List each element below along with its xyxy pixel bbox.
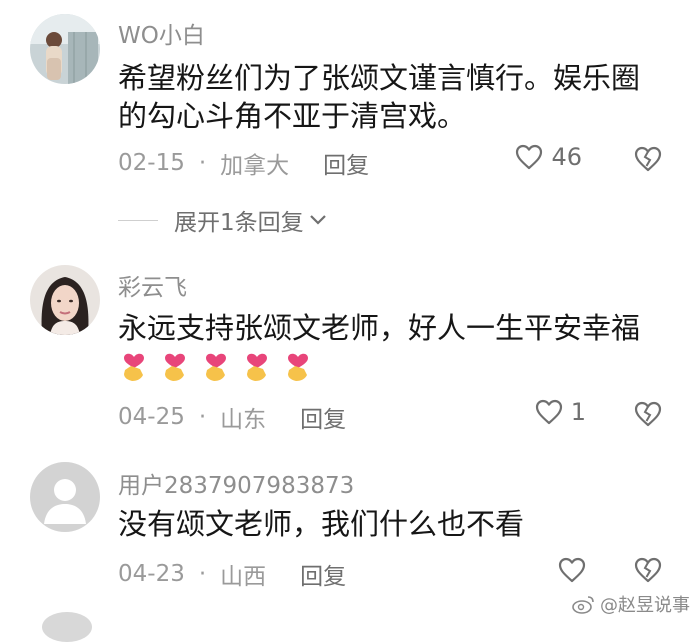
comment-location: 山东 [220, 407, 267, 433]
watermark: @赵昱说事 [572, 591, 690, 617]
finger-heart-emoji [288, 353, 308, 381]
comment-text-line: 永远支持张颂文老师，好人一生平安幸福 [118, 311, 641, 345]
comment-date: 04-25 [118, 404, 185, 430]
separator-dot: · [198, 404, 207, 430]
avatar[interactable] [30, 265, 100, 335]
avatar[interactable] [30, 462, 100, 532]
expand-replies-label: 展开1条回复 [174, 210, 304, 236]
comment-location: 山西 [220, 564, 267, 590]
comment-date: 04-23 [118, 561, 185, 587]
like-count: 46 [551, 143, 582, 171]
emoji-row [118, 348, 314, 382]
comment-username[interactable]: 用户2837907983873 [118, 466, 354, 500]
broken-heart-icon [634, 401, 662, 427]
chevron-down-icon [309, 215, 326, 225]
like-button[interactable]: 46 [515, 143, 582, 171]
finger-heart-emoji [206, 353, 226, 381]
reply-button[interactable]: 回复 [323, 146, 369, 180]
avatar[interactable] [42, 612, 92, 642]
dislike-button[interactable] [634, 401, 662, 431]
dislike-button[interactable] [634, 146, 662, 176]
comment-text-line: 的勾心斗角不亚于清宫戏。 [118, 99, 467, 133]
finger-heart-emoji [124, 353, 144, 381]
heart-outline-icon [558, 557, 586, 583]
broken-heart-icon [634, 557, 662, 583]
separator-dot: · [198, 561, 207, 587]
separator-dot: · [198, 150, 207, 176]
comment-text-line: 没有颂文老师，我们什么也不看 [118, 507, 525, 541]
comment-meta: 04-25 · 山东 回复 [118, 400, 346, 434]
dislike-button[interactable] [634, 557, 662, 587]
finger-heart-emoji [165, 353, 185, 381]
finger-heart-emoji [247, 353, 267, 381]
broken-heart-icon [634, 146, 662, 172]
like-count: 1 [570, 398, 586, 426]
comment-username[interactable]: 彩云飞 [118, 268, 187, 302]
comment-meta: 02-15 · 加拿大 回复 [118, 146, 369, 180]
comment-location: 加拿大 [220, 153, 290, 179]
like-button[interactable]: 1 [535, 398, 586, 426]
heart-outline-icon [535, 399, 562, 425]
avatar[interactable] [30, 14, 100, 84]
expand-replies-button[interactable]: 展开1条回复 [118, 203, 328, 237]
reply-button[interactable]: 回复 [300, 400, 346, 434]
comment-meta: 04-23 · 山西 回复 [118, 557, 346, 591]
comment-username[interactable]: WO小白 [118, 16, 205, 50]
watermark-text: @赵昱说事 [600, 595, 690, 616]
divider-line [118, 219, 158, 221]
reply-button[interactable]: 回复 [300, 557, 346, 591]
like-button[interactable] [558, 557, 586, 583]
weibo-icon [572, 596, 594, 614]
heart-outline-icon [516, 144, 543, 170]
comment-date: 02-15 [118, 150, 185, 176]
